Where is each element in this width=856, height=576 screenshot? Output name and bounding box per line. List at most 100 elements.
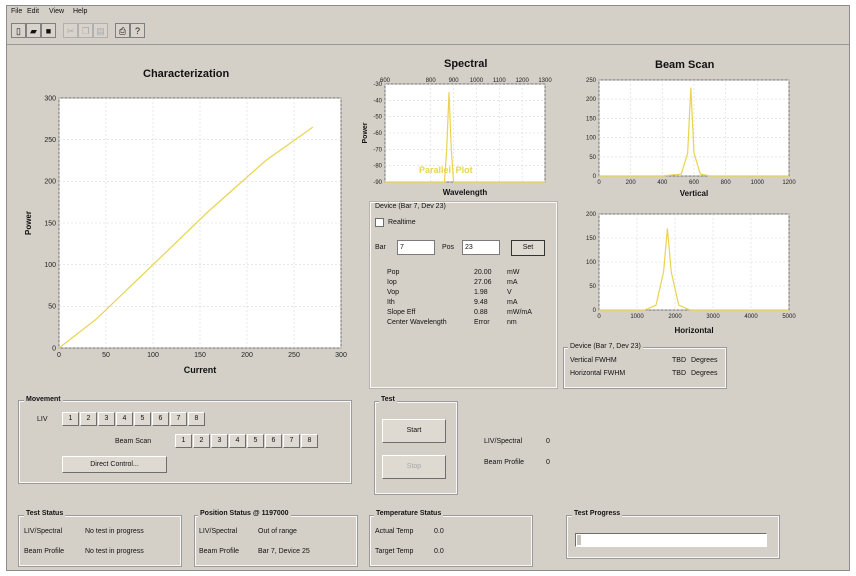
param-value: 20.00 bbox=[474, 269, 492, 276]
y-tick-label: 200 bbox=[44, 179, 56, 186]
temperature-status-label: Temperature Status bbox=[374, 510, 444, 517]
test-panel bbox=[374, 401, 458, 495]
x-tick-label: 2000 bbox=[668, 314, 682, 320]
liv-label: LIV bbox=[37, 416, 48, 423]
realtime-checkbox[interactable] bbox=[375, 218, 384, 227]
help-icon[interactable]: ? bbox=[130, 23, 145, 38]
beam-position-2-button[interactable]: 2 bbox=[193, 434, 210, 448]
y-tick-label: 50 bbox=[48, 304, 56, 311]
set-button[interactable]: Set bbox=[511, 240, 545, 256]
target-temp-value: 0.0 bbox=[434, 548, 444, 555]
x-tick-label: 1200 bbox=[782, 180, 796, 186]
liv-position-6-button[interactable]: 6 bbox=[152, 412, 169, 426]
x-tick-label: 1300 bbox=[538, 78, 552, 84]
y-tick-label: 100 bbox=[44, 262, 56, 269]
position-status-panel bbox=[194, 515, 358, 567]
x-axis-label: Wavelength bbox=[443, 188, 488, 197]
pos-label: Pos bbox=[442, 244, 455, 251]
menu-view[interactable]: View bbox=[49, 8, 64, 15]
device-label: Device (Bar 7, Dev 23) bbox=[375, 203, 446, 210]
beam-position-1-button[interactable]: 1 bbox=[175, 434, 192, 448]
save-icon[interactable]: ■ bbox=[41, 23, 56, 38]
beam-position-8-button[interactable]: 8 bbox=[301, 434, 318, 448]
target-temp-label: Target Temp bbox=[375, 548, 414, 555]
beam-position-3-button[interactable]: 3 bbox=[211, 434, 228, 448]
menu-bar: File Edit View Help bbox=[7, 6, 849, 20]
param-name: Slope Eff bbox=[387, 309, 416, 316]
param-value: 0.88 bbox=[474, 309, 488, 316]
start-button[interactable]: Start bbox=[382, 419, 446, 443]
beam-scan-vertical-chart: 0 200 400 600 800 1000 1200 0 50 100 150 200 250 Vert… bbox=[586, 78, 796, 198]
param-unit: V bbox=[507, 289, 512, 296]
new-file-icon[interactable]: ▯ bbox=[11, 23, 26, 38]
y-tick-label: 150 bbox=[586, 116, 597, 122]
test-liv-spectral-label: LIV/Spectral bbox=[484, 438, 523, 445]
liv-position-2-button[interactable]: 2 bbox=[80, 412, 97, 426]
x-tick-label: 200 bbox=[626, 180, 637, 186]
x-tick-label: 1000 bbox=[470, 78, 484, 84]
menu-file[interactable]: File bbox=[11, 8, 22, 15]
liv-position-4-button[interactable]: 4 bbox=[116, 412, 133, 426]
menu-edit[interactable]: Edit bbox=[27, 8, 39, 15]
param-value: 1.98 bbox=[474, 289, 488, 296]
test-status-beam-label: Beam Profile bbox=[24, 548, 65, 555]
x-tick-label: 1000 bbox=[751, 180, 765, 186]
y-tick-label: -90 bbox=[373, 180, 382, 186]
param-name: Center Wavelength bbox=[387, 319, 447, 326]
test-progress-bar bbox=[575, 533, 767, 547]
x-tick-label: 1100 bbox=[493, 78, 507, 84]
beam-position-6-button[interactable]: 6 bbox=[265, 434, 282, 448]
liv-position-8-button[interactable]: 8 bbox=[188, 412, 205, 426]
stop-button[interactable]: Stop bbox=[382, 455, 446, 479]
print-icon[interactable]: ⎙ bbox=[115, 23, 130, 38]
menu-help[interactable]: Help bbox=[73, 8, 87, 15]
paste-icon[interactable]: ▤ bbox=[93, 23, 108, 38]
direct-control-button[interactable]: Direct Control... bbox=[62, 456, 167, 473]
liv-position-5-button[interactable]: 5 bbox=[134, 412, 151, 426]
param-name: Ith bbox=[387, 299, 395, 306]
x-tick-label: 50 bbox=[102, 352, 110, 359]
beam-position-7-button[interactable]: 7 bbox=[283, 434, 300, 448]
x-tick-label: 5000 bbox=[782, 314, 796, 320]
beam-position-5-button[interactable]: 5 bbox=[247, 434, 264, 448]
param-value: 27.06 bbox=[474, 279, 492, 286]
x-tick-label: 300 bbox=[335, 352, 347, 359]
cut-icon[interactable]: ✂ bbox=[63, 23, 78, 38]
actual-temp-label: Actual Temp bbox=[375, 528, 414, 535]
y-tick-label: 0 bbox=[52, 345, 56, 352]
x-tick-label: 4000 bbox=[744, 314, 758, 320]
position-status-liv-value: Out of range bbox=[258, 528, 297, 535]
horizontal-fwhm-value: TBD bbox=[672, 370, 686, 377]
liv-position-1-button[interactable]: 1 bbox=[62, 412, 79, 426]
param-value: 9.48 bbox=[474, 299, 488, 306]
x-tick-label: 3000 bbox=[706, 314, 720, 320]
application-window: File Edit View Help ▯ ▰ ■ ✂ ❐ ▤ ⎙ ? Char… bbox=[6, 5, 850, 571]
pos-input[interactable]: 23 bbox=[462, 240, 500, 255]
param-name: Vop bbox=[387, 289, 400, 296]
horizontal-fwhm-label: Horizontal FWHM bbox=[570, 370, 626, 377]
test-progress-fill bbox=[577, 535, 581, 545]
param-unit: nm bbox=[507, 319, 517, 326]
x-tick-label: 800 bbox=[426, 78, 437, 84]
test-beam-profile-count: 0 bbox=[546, 459, 550, 466]
y-tick-label: 50 bbox=[589, 284, 596, 290]
toolbar: ▯ ▰ ■ ✂ ❐ ▤ ⎙ ? bbox=[7, 20, 849, 45]
x-tick-label: 400 bbox=[657, 180, 668, 186]
y-tick-label: -70 bbox=[373, 147, 382, 153]
spectral-line-label: Parallel bbox=[419, 165, 451, 175]
liv-position-3-button[interactable]: 3 bbox=[98, 412, 115, 426]
copy-icon[interactable]: ❐ bbox=[78, 23, 93, 38]
y-tick-label: 150 bbox=[586, 236, 597, 242]
y-tick-label: 150 bbox=[44, 220, 56, 227]
x-tick-label: 150 bbox=[194, 352, 206, 359]
beam-position-4-button[interactable]: 4 bbox=[229, 434, 246, 448]
y-tick-label: 0 bbox=[593, 174, 597, 180]
open-folder-icon[interactable]: ▰ bbox=[26, 23, 41, 38]
test-status-beam-value: No test in progress bbox=[85, 548, 144, 555]
x-tick-label: 1000 bbox=[630, 314, 644, 320]
spectral-chart: 600 800 900 1000 1100 1200 1300-30-40-50-60-70… bbox=[362, 78, 552, 197]
bar-input[interactable]: 7 bbox=[397, 240, 435, 255]
param-unit: mW bbox=[507, 269, 520, 276]
y-axis-label: Power bbox=[362, 122, 369, 143]
liv-position-7-button[interactable]: 7 bbox=[170, 412, 187, 426]
